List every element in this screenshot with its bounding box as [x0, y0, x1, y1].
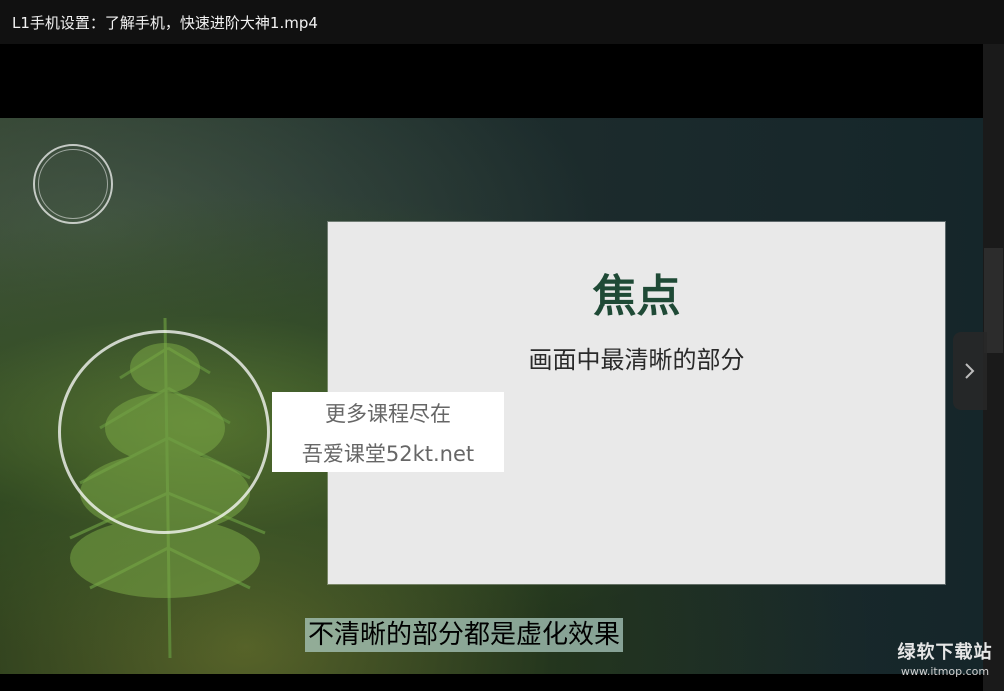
- brand-url: www.itmop.com: [900, 665, 990, 678]
- title-bar: L1手机设置：了解手机，快速进阶大神1.mp4: [0, 0, 1004, 44]
- watermark-box: 更多课程尽在 吾爱课堂52kt.net: [272, 392, 504, 472]
- calligraphy-logo-icon: [33, 144, 113, 224]
- slide-subheading: 画面中最清晰的部分: [528, 346, 745, 374]
- watermark-line-2: 吾爱课堂52kt.net: [301, 442, 475, 466]
- chevron-right-icon: [965, 363, 975, 379]
- video-player[interactable]: 焦点 画面中最清晰的部分: [0, 44, 983, 674]
- next-button[interactable]: [953, 332, 987, 410]
- brand-name: 绿软下载站: [897, 642, 993, 663]
- video-title: L1手机设置：了解手机，快速进阶大神1.mp4: [12, 13, 318, 32]
- slide-heading: 焦点: [592, 271, 681, 322]
- brand-watermark: 绿软下载站 www.itmop.com: [895, 638, 995, 678]
- video-caption: 不清晰的部分都是虚化效果: [305, 618, 624, 652]
- watermark-line-1: 更多课程尽在: [325, 402, 451, 426]
- focus-ring: [58, 330, 270, 534]
